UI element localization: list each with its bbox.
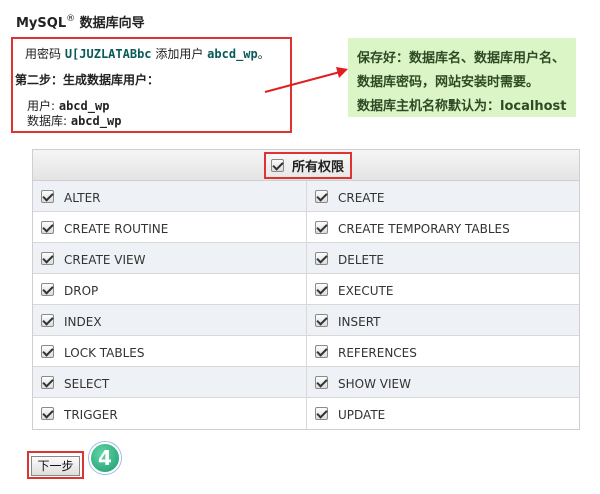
checkbox-icon[interactable] [315,221,328,234]
privilege-label: LOCK TABLES [64,345,145,360]
privilege-label: CREATE [338,190,385,205]
checkbox-icon[interactable] [41,252,54,265]
checkbox-icon[interactable] [41,376,54,389]
page-title: MySQL® 数据库向导 [16,13,145,31]
privilege-label: DROP [64,283,99,298]
all-privileges-label: 所有权限 [292,160,345,175]
user-info-box: 用密码 U[JUZLATABbc 添加用户 abcd_wp。 第二步：生成数据库… [11,37,292,133]
next-button-highlight: 下一步 [27,451,84,479]
database-value: abcd_wp [70,114,122,128]
database-row: 数据库: abcd_wp [27,114,122,128]
add-user-line: 用密码 U[JUZLATABbc 添加用户 abcd_wp。 [25,47,270,61]
tip-note: 保存好：数据库名、数据库用户名、 数据库密码，网站安装时需要。 数据库主机名称默… [348,38,576,117]
checkbox-icon[interactable] [41,345,54,358]
checkbox-icon[interactable] [271,159,284,172]
privilege-cell[interactable]: EXECUTE [306,274,579,305]
privilege-cell[interactable]: CREATE ROUTINE [33,212,306,243]
all-privileges-checkbox[interactable]: 所有权限 [264,152,353,179]
privilege-cell[interactable]: CREATE TEMPORARY TABLES [306,212,579,243]
table-row: TRIGGER UPDATE [33,398,579,429]
privilege-cell[interactable]: ALTER [33,181,306,212]
privilege-cell[interactable]: DROP [33,274,306,305]
step-number-badge: 4 [89,442,121,474]
privileges-table: 所有权限 ALTER CREATE CREATE ROUTINE CREATE TEM… [32,149,580,430]
privilege-label: INDEX [64,314,102,329]
checkbox-icon[interactable] [315,252,328,265]
table-row: SELECT SHOW VIEW [33,367,579,398]
privilege-label: ALTER [64,190,101,205]
checkbox-icon[interactable] [315,376,328,389]
checkbox-icon[interactable] [315,283,328,296]
checkbox-icon[interactable] [41,221,54,234]
privilege-label: CREATE ROUTINE [64,221,169,236]
privilege-cell[interactable]: INSERT [306,305,579,336]
privilege-label: SHOW VIEW [338,376,411,391]
checkbox-icon[interactable] [315,314,328,327]
privilege-cell[interactable]: LOCK TABLES [33,336,306,367]
privilege-label: SELECT [64,376,110,391]
next-button[interactable]: 下一步 [31,455,80,476]
privileges-header: 所有权限 [33,150,579,181]
privilege-cell[interactable]: CREATE VIEW [33,243,306,274]
privilege-label: CREATE VIEW [64,252,146,267]
table-row: INDEX INSERT [33,305,579,336]
privilege-label: CREATE TEMPORARY TABLES [338,221,510,236]
privilege-cell[interactable]: INDEX [33,305,306,336]
privilege-label: UPDATE [338,407,386,422]
privilege-cell[interactable]: SELECT [33,367,306,398]
privilege-label: TRIGGER [64,407,118,422]
checkbox-icon[interactable] [315,190,328,203]
privilege-cell[interactable]: TRIGGER [33,398,306,429]
step2-heading: 第二步：生成数据库用户： [15,73,160,87]
user-value: abcd_wp [58,99,110,113]
privilege-cell[interactable]: CREATE [306,181,579,212]
username-value: abcd_wp [207,47,258,61]
checkbox-icon[interactable] [41,314,54,327]
checkbox-icon[interactable] [41,283,54,296]
table-row: LOCK TABLES REFERENCES [33,336,579,367]
privilege-cell[interactable]: DELETE [306,243,579,274]
password-value: U[JUZLATABbc [64,47,152,61]
privilege-label: EXECUTE [338,283,394,298]
checkbox-icon[interactable] [315,345,328,358]
table-row: DROP EXECUTE [33,274,579,305]
checkbox-icon[interactable] [315,407,328,420]
privilege-cell[interactable]: UPDATE [306,398,579,429]
checkbox-icon[interactable] [41,190,54,203]
checkbox-icon[interactable] [41,407,54,420]
privilege-cell[interactable]: SHOW VIEW [306,367,579,398]
privilege-label: REFERENCES [338,345,417,360]
table-row: ALTER CREATE [33,181,579,212]
privilege-label: INSERT [338,314,381,329]
table-row: CREATE ROUTINE CREATE TEMPORARY TABLES [33,212,579,243]
privilege-cell[interactable]: REFERENCES [306,336,579,367]
arrow-icon [264,67,348,93]
table-row: CREATE VIEW DELETE [33,243,579,274]
privilege-label: DELETE [338,252,385,267]
